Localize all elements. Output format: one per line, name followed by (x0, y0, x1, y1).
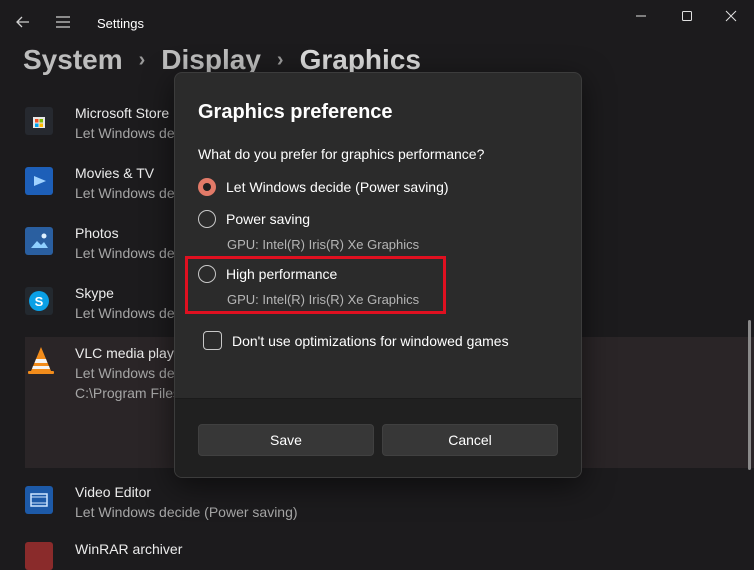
dialog-footer: Save Cancel (175, 398, 581, 477)
app-name: VLC media player (75, 345, 187, 361)
app-name: Video Editor (75, 484, 152, 500)
back-button[interactable] (5, 6, 41, 38)
microsoft-store-icon (25, 107, 53, 135)
close-icon (725, 10, 737, 22)
windowed-games-option[interactable]: Don't use optimizations for windowed gam… (203, 331, 509, 350)
app-name: Skype (75, 285, 114, 301)
app-name: Movies & TV (75, 165, 155, 181)
chevron-right-icon: › (138, 48, 146, 71)
movies-tv-icon (25, 167, 53, 195)
arrow-left-icon (16, 16, 29, 28)
menu-button[interactable] (45, 6, 81, 38)
maximize-button[interactable] (664, 0, 710, 32)
breadcrumb-system[interactable]: System (23, 44, 123, 76)
scrollbar[interactable] (748, 320, 751, 470)
highlight-box (185, 256, 446, 314)
dialog-title: Graphics preference (198, 101, 393, 123)
radio-button[interactable] (198, 210, 216, 228)
maximize-icon (682, 11, 692, 21)
option-power-saving[interactable]: Power saving (198, 208, 310, 230)
cancel-button[interactable]: Cancel (382, 424, 558, 456)
app-path: C:\Program Files (75, 385, 181, 401)
save-button[interactable]: Save (198, 424, 374, 456)
option-label: Let Windows decide (Power saving) (226, 179, 449, 195)
option-gpu-info: GPU: Intel(R) Iris(R) Xe Graphics (227, 237, 420, 252)
svg-text:S: S (35, 294, 44, 309)
checkbox-label: Don't use optimizations for windowed gam… (232, 332, 509, 349)
minimize-icon (636, 15, 646, 17)
chevron-right-icon: › (276, 48, 284, 71)
vlc-cone-icon (25, 345, 57, 377)
title-bar: Settings (0, 0, 754, 46)
app-name: Photos (75, 225, 119, 241)
graphics-preference-dialog: Graphics preference What do you prefer f… (174, 72, 582, 478)
checkbox[interactable] (203, 331, 222, 350)
video-editor-icon (25, 486, 53, 514)
winrar-icon (25, 542, 53, 570)
photos-icon (25, 227, 53, 255)
skype-icon: S (25, 287, 53, 315)
app-name: Microsoft Store (75, 105, 170, 121)
app-name: WinRAR archiver (75, 541, 183, 557)
app-title: Settings (97, 16, 144, 31)
dialog-question: What do you prefer for graphics performa… (198, 146, 485, 162)
radio-button-selected[interactable] (198, 178, 216, 196)
minimize-button[interactable] (618, 0, 664, 32)
option-let-windows-decide[interactable]: Let Windows decide (Power saving) (198, 176, 449, 198)
option-label: Power saving (226, 211, 311, 227)
close-button[interactable] (708, 0, 754, 32)
hamburger-icon (56, 16, 70, 28)
app-subtitle: Let Windows decide (Power saving) (75, 504, 298, 520)
